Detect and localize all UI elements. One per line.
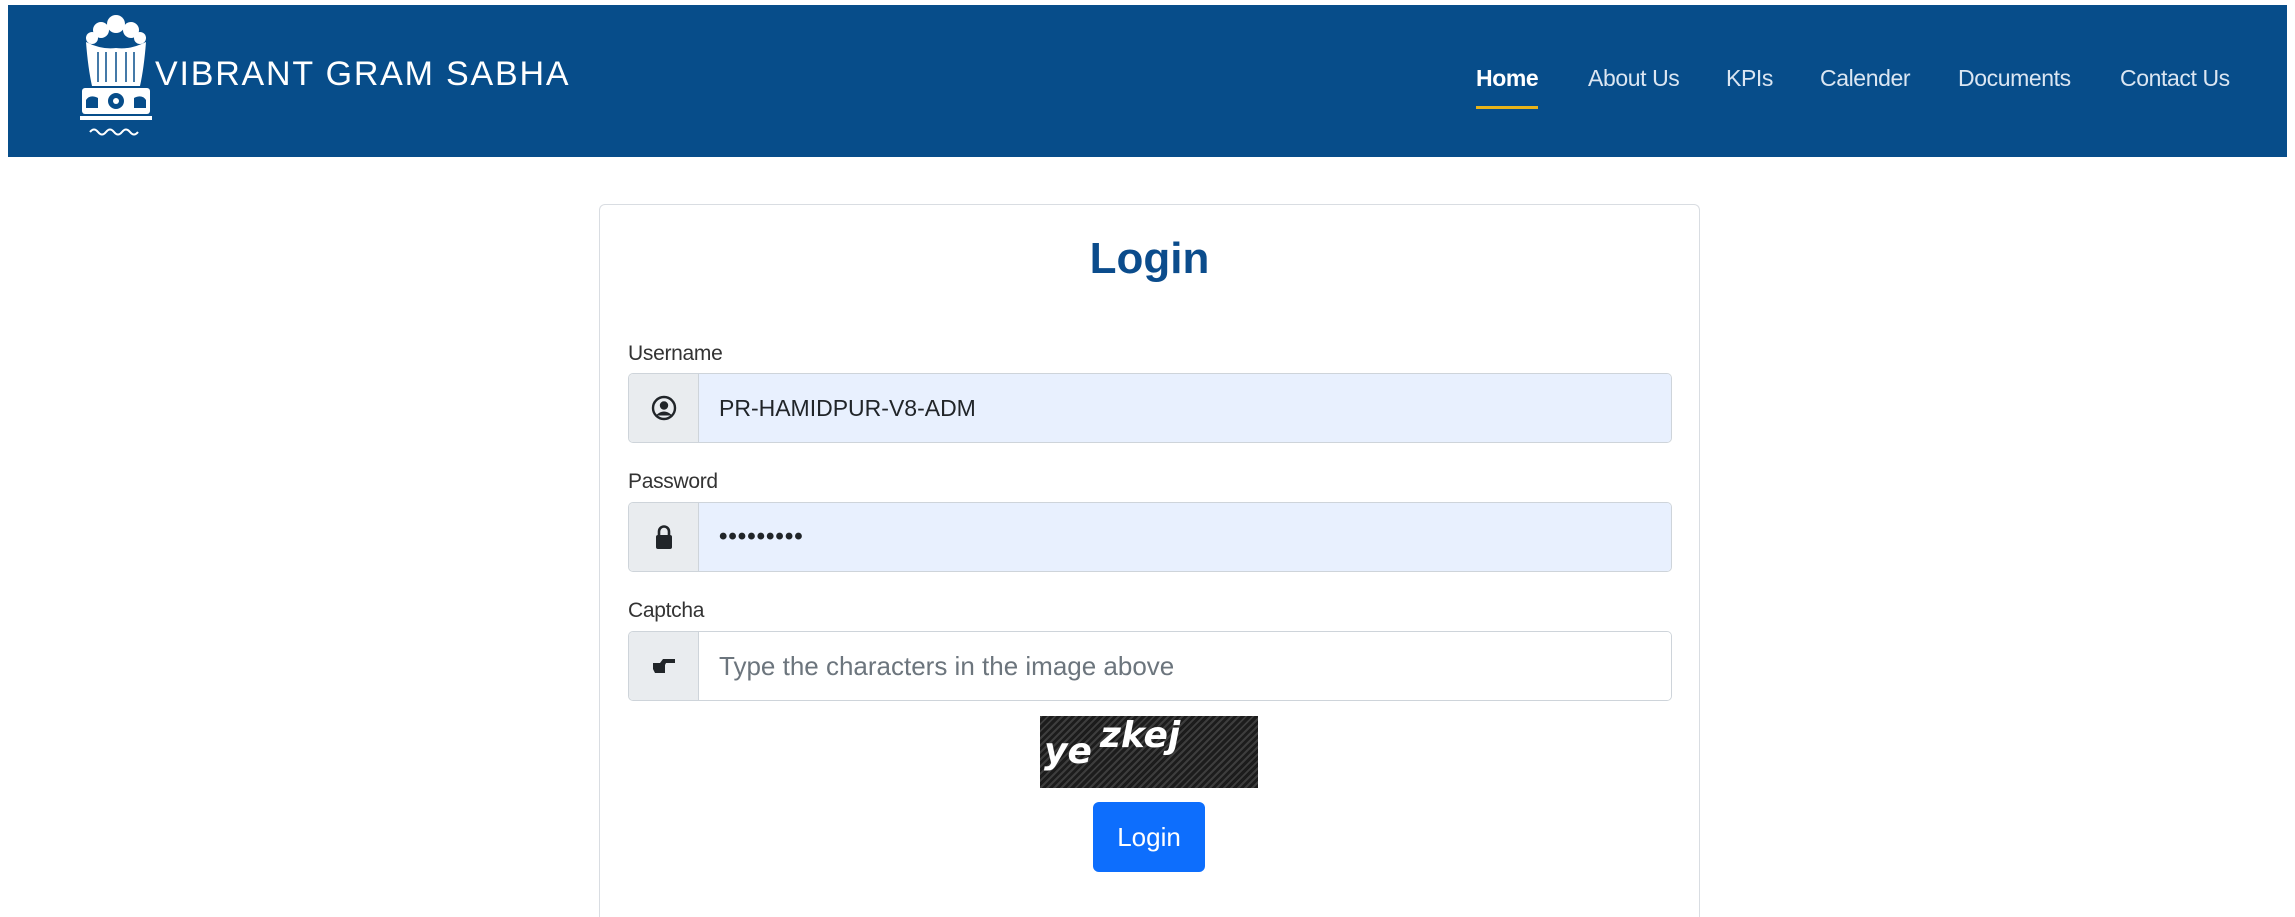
lock-icon [655, 525, 672, 549]
password-addon [629, 503, 699, 571]
main-nav: Home About Us KPIs Calender Documents Co… [8, 65, 2287, 109]
captcha-input-group: Type the characters in the image above [628, 631, 1672, 701]
login-button[interactable]: Login [1093, 802, 1205, 872]
username-addon [629, 374, 699, 442]
login-card: Login Username PR-HAMIDPUR-V8-ADM Passwo… [599, 204, 1700, 917]
hand-pointer-icon [652, 659, 675, 673]
captcha-image-text: ye zkej [1044, 716, 1181, 772]
nav-about-us[interactable]: About Us [1588, 67, 1680, 90]
nav-home-label: Home [1476, 65, 1539, 91]
user-circle-icon [651, 395, 676, 421]
password-input[interactable]: ••••••••• [699, 503, 1671, 571]
active-nav-indicator [1476, 106, 1539, 109]
username-input-group: PR-HAMIDPUR-V8-ADM [628, 373, 1672, 443]
username-input[interactable]: PR-HAMIDPUR-V8-ADM [699, 374, 1671, 442]
nav-contact-us[interactable]: Contact Us [2120, 67, 2230, 90]
username-value: PR-HAMIDPUR-V8-ADM [719, 394, 976, 421]
nav-home[interactable]: Home [1476, 65, 1539, 109]
top-navbar: VIBRANT GRAM SABHA Home About Us KPIs Ca… [8, 5, 2287, 157]
nav-documents[interactable]: Documents [1958, 67, 2071, 90]
captcha-addon [629, 632, 699, 700]
password-value: ••••••••• [719, 523, 804, 550]
password-label: Password [628, 470, 718, 493]
nav-calender[interactable]: Calender [1820, 67, 1911, 90]
password-input-group: ••••••••• [628, 502, 1672, 572]
captcha-label: Captcha [628, 599, 705, 622]
login-title: Login [1089, 234, 1210, 283]
captcha-image: ye zkej [1040, 716, 1258, 788]
captcha-placeholder: Type the characters in the image above [719, 650, 1175, 681]
captcha-input[interactable]: Type the characters in the image above [699, 632, 1671, 700]
nav-kpis[interactable]: KPIs [1726, 67, 1773, 90]
username-label: Username [628, 342, 723, 365]
